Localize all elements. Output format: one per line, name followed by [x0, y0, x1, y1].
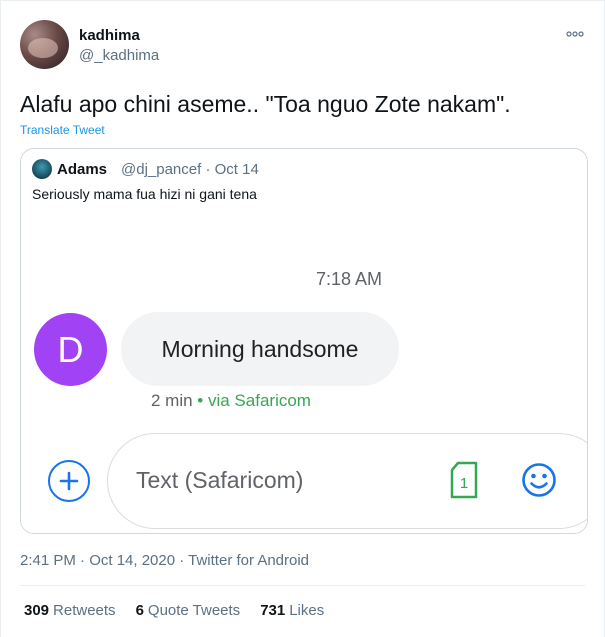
retweets-count: 309 — [24, 602, 50, 619]
message-carrier: • via Safaricom — [192, 391, 311, 410]
compose-field: Text (Safaricom) 1 — [107, 433, 587, 529]
author-handle[interactable]: @_kadhima — [79, 47, 159, 64]
quoted-avatar[interactable] — [32, 159, 52, 179]
likes-count: 731 — [260, 602, 286, 619]
quoted-media-screenshot[interactable]: 7:18 AM D Morning handsome 2 min • via S… — [21, 211, 587, 533]
divider — [20, 585, 585, 586]
quote-tweets-label: Quote Tweets — [147, 602, 241, 619]
message-time: 7:18 AM — [316, 269, 383, 289]
add-circle-icon — [48, 460, 90, 502]
sim-card-icon: 1 — [449, 461, 479, 499]
contact-avatar-letter: D — [57, 328, 84, 370]
sim-slot-number: 1 — [460, 475, 468, 492]
translate-tweet-link[interactable]: Translate Tweet — [20, 123, 105, 137]
author-avatar[interactable] — [20, 20, 69, 69]
more-horizontal-icon[interactable] — [565, 27, 585, 41]
retweets-label: Retweets — [53, 602, 116, 619]
message-text: Morning handsome — [161, 335, 359, 362]
compose-placeholder: Text (Safaricom) — [136, 467, 304, 493]
tweet-card: kadhima @_kadhima Alafu apo chini aseme.… — [0, 0, 605, 637]
tweet-timestamp[interactable]: 2:41 PM · Oct 14, 2020 · Twitter for And… — [20, 552, 309, 569]
emoji-icon — [521, 462, 557, 498]
message-bubble: Morning handsome — [121, 312, 399, 386]
author-name[interactable]: kadhima — [79, 27, 140, 44]
stat-quote-tweets[interactable]: 6 Quote Tweets — [136, 602, 241, 619]
message-age: 2 min — [151, 391, 193, 410]
quote-tweets-count: 6 — [135, 602, 144, 619]
tweet-text: Alafu apo chini aseme.. "Toa nguo Zote n… — [20, 91, 511, 117]
stat-retweets[interactable]: 309 Retweets — [24, 602, 116, 619]
contact-avatar: D — [34, 313, 107, 386]
message-status: 2 min • via Safaricom — [151, 391, 311, 411]
likes-label: Likes — [289, 602, 325, 619]
quoted-author-meta: @dj_pancef · Oct 14 — [121, 161, 259, 178]
engagement-stats: 309 Retweets 6 Quote Tweets 731 Likes — [24, 602, 324, 619]
quoted-tweet[interactable]: Adams @dj_pancef · Oct 14 Seriously mama… — [20, 148, 588, 534]
stat-likes[interactable]: 731 Likes — [260, 602, 324, 619]
quoted-author-name[interactable]: Adams — [57, 161, 107, 178]
quoted-tweet-text: Seriously mama fua hizi ni gani tena — [32, 186, 257, 202]
